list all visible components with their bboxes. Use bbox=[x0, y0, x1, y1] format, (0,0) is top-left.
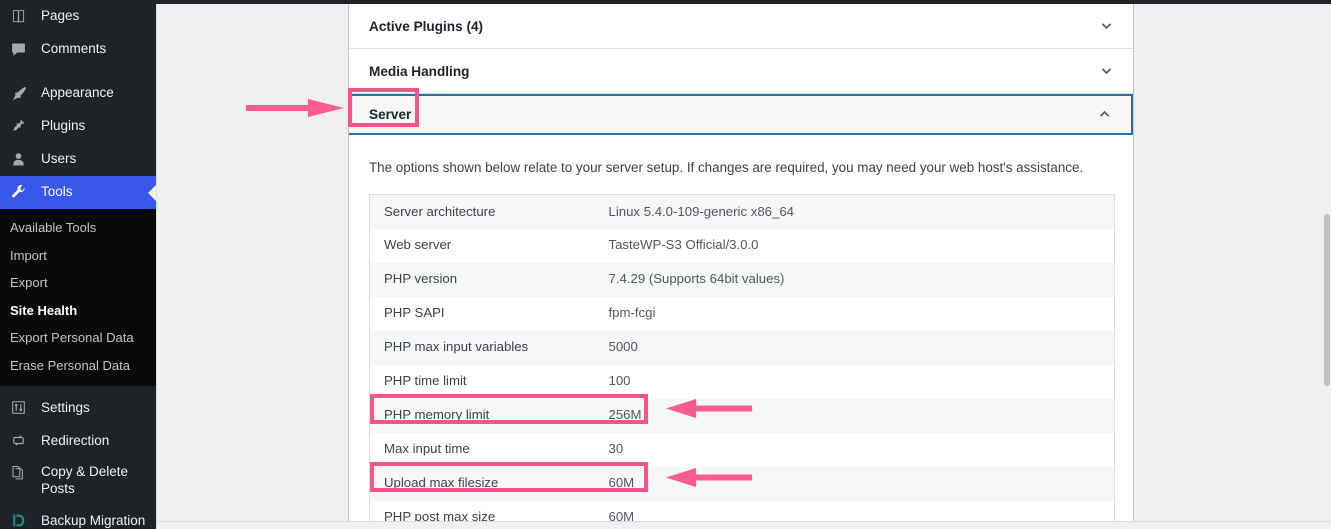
sidebar-item-label: Appearance bbox=[41, 85, 114, 101]
sidebar-divider bbox=[156, 4, 157, 529]
table-row: Web server TasteWP-S3 Official/3.0.0 bbox=[370, 229, 1115, 263]
tools-submenu: Available Tools Import Export Site Healt… bbox=[0, 209, 156, 386]
row-value: 60M bbox=[595, 467, 1115, 501]
submenu-item-erase-personal-data[interactable]: Erase Personal Data bbox=[0, 352, 156, 380]
table-row-upload-max-filesize: Upload max filesize 60M bbox=[370, 467, 1115, 501]
row-value: 30 bbox=[595, 433, 1115, 467]
sidebar-item-label: Comments bbox=[41, 41, 106, 57]
sidebar-separator bbox=[0, 66, 156, 77]
copy-delete-icon bbox=[10, 464, 32, 481]
admin-sidebar: Pages Comments Appearance Plugins bbox=[0, 0, 156, 529]
submenu-item-site-health[interactable]: Site Health bbox=[0, 297, 156, 325]
sidebar-item-users[interactable]: Users bbox=[0, 143, 156, 176]
arrow-to-server bbox=[246, 98, 346, 118]
row-label: Web server bbox=[370, 229, 595, 263]
sidebar-item-tools[interactable]: Tools bbox=[0, 176, 156, 209]
sidebar-item-comments[interactable]: Comments bbox=[0, 33, 156, 66]
row-label: PHP post max size bbox=[370, 501, 595, 522]
table-row: Max input time 30 bbox=[370, 433, 1115, 467]
row-value: 256M bbox=[595, 399, 1115, 433]
server-panel-description: The options shown below relate to your s… bbox=[369, 135, 1113, 194]
sidebar-item-label: Redirection bbox=[41, 433, 109, 449]
page-scrollbar-thumb[interactable] bbox=[1324, 214, 1330, 386]
settings-icon bbox=[10, 398, 32, 418]
chevron-down-icon bbox=[1100, 19, 1113, 32]
sidebar-item-label: Pages bbox=[41, 8, 79, 24]
row-value: 5000 bbox=[595, 331, 1115, 365]
sidebar-item-label: Plugins bbox=[41, 118, 85, 134]
row-label: Max input time bbox=[370, 433, 595, 467]
sidebar-item-label: Tools bbox=[41, 184, 73, 200]
backup-migration-icon bbox=[10, 511, 32, 529]
row-value: 100 bbox=[595, 365, 1115, 399]
sidebar-item-backup-migration[interactable]: Backup Migration bbox=[0, 504, 156, 529]
row-label: PHP time limit bbox=[370, 365, 595, 399]
server-info-table: Server architecture Linux 5.4.0-109-gene… bbox=[369, 194, 1115, 522]
sidebar-item-label: Backup Migration bbox=[41, 513, 145, 529]
table-row: PHP post max size 60M bbox=[370, 501, 1115, 522]
sidebar-item-appearance[interactable]: Appearance bbox=[0, 77, 156, 110]
sidebar-item-label: Settings bbox=[41, 400, 90, 416]
site-health-info-panel: Active Plugins (4) Media Handling Server… bbox=[348, 4, 1134, 522]
row-value: 7.4.29 (Supports 64bit values) bbox=[595, 263, 1115, 297]
submenu-item-export-personal-data[interactable]: Export Personal Data bbox=[0, 324, 156, 352]
row-label: Server architecture bbox=[370, 195, 595, 229]
sidebar-item-label: Users bbox=[41, 151, 76, 167]
sidebar-item-settings[interactable]: Settings bbox=[0, 391, 156, 424]
accordion-title: Media Handling bbox=[369, 64, 469, 79]
content-bottom-divider bbox=[156, 521, 1331, 522]
comments-icon bbox=[10, 40, 32, 60]
sidebar-item-pages[interactable]: Pages bbox=[0, 0, 156, 33]
redirection-icon bbox=[10, 431, 32, 451]
sidebar-item-plugins[interactable]: Plugins bbox=[0, 110, 156, 143]
appearance-icon bbox=[10, 84, 32, 104]
screen-root: Pages Comments Appearance Plugins bbox=[0, 0, 1331, 529]
submenu-item-available-tools[interactable]: Available Tools bbox=[0, 214, 156, 242]
table-row: PHP time limit 100 bbox=[370, 365, 1115, 399]
accordion-media-handling[interactable]: Media Handling bbox=[349, 49, 1133, 94]
users-icon bbox=[10, 150, 32, 170]
row-value: Linux 5.4.0-109-generic x86_64 bbox=[595, 195, 1115, 229]
table-row: PHP SAPI fpm-fcgi bbox=[370, 297, 1115, 331]
sidebar-item-label: Copy & Delete Posts bbox=[41, 464, 141, 497]
submenu-item-import[interactable]: Import bbox=[0, 242, 156, 270]
table-row-php-memory-limit: PHP memory limit 256M bbox=[370, 399, 1115, 433]
page-scrollbar-track[interactable] bbox=[1324, 4, 1331, 529]
plugins-icon bbox=[10, 117, 32, 137]
tools-icon bbox=[10, 183, 32, 203]
sidebar-item-redirection[interactable]: Redirection bbox=[0, 424, 156, 457]
row-label: PHP version bbox=[370, 263, 595, 297]
row-label: PHP max input variables bbox=[370, 331, 595, 365]
chevron-up-icon bbox=[1098, 108, 1111, 121]
accordion-server[interactable]: Server bbox=[349, 94, 1133, 135]
submenu-item-export[interactable]: Export bbox=[0, 269, 156, 297]
row-value: fpm-fcgi bbox=[595, 297, 1115, 331]
accordion-title: Active Plugins (4) bbox=[369, 19, 483, 34]
table-row: PHP version 7.4.29 (Supports 64bit value… bbox=[370, 263, 1115, 297]
row-label: Upload max filesize bbox=[370, 467, 595, 501]
sidebar-item-copy-delete-posts[interactable]: Copy & Delete Posts bbox=[0, 457, 156, 504]
accordion-active-plugins[interactable]: Active Plugins (4) bbox=[349, 4, 1133, 49]
pages-icon bbox=[10, 7, 32, 27]
accordion-title: Server bbox=[369, 107, 411, 122]
table-row: PHP max input variables 5000 bbox=[370, 331, 1115, 365]
row-value: TasteWP-S3 Official/3.0.0 bbox=[595, 229, 1115, 263]
row-label: PHP memory limit bbox=[370, 399, 595, 433]
row-value: 60M bbox=[595, 501, 1115, 522]
row-label: PHP SAPI bbox=[370, 297, 595, 331]
chevron-down-icon bbox=[1100, 64, 1113, 77]
server-panel-body: The options shown below relate to your s… bbox=[349, 135, 1133, 522]
table-row: Server architecture Linux 5.4.0-109-gene… bbox=[370, 195, 1115, 229]
